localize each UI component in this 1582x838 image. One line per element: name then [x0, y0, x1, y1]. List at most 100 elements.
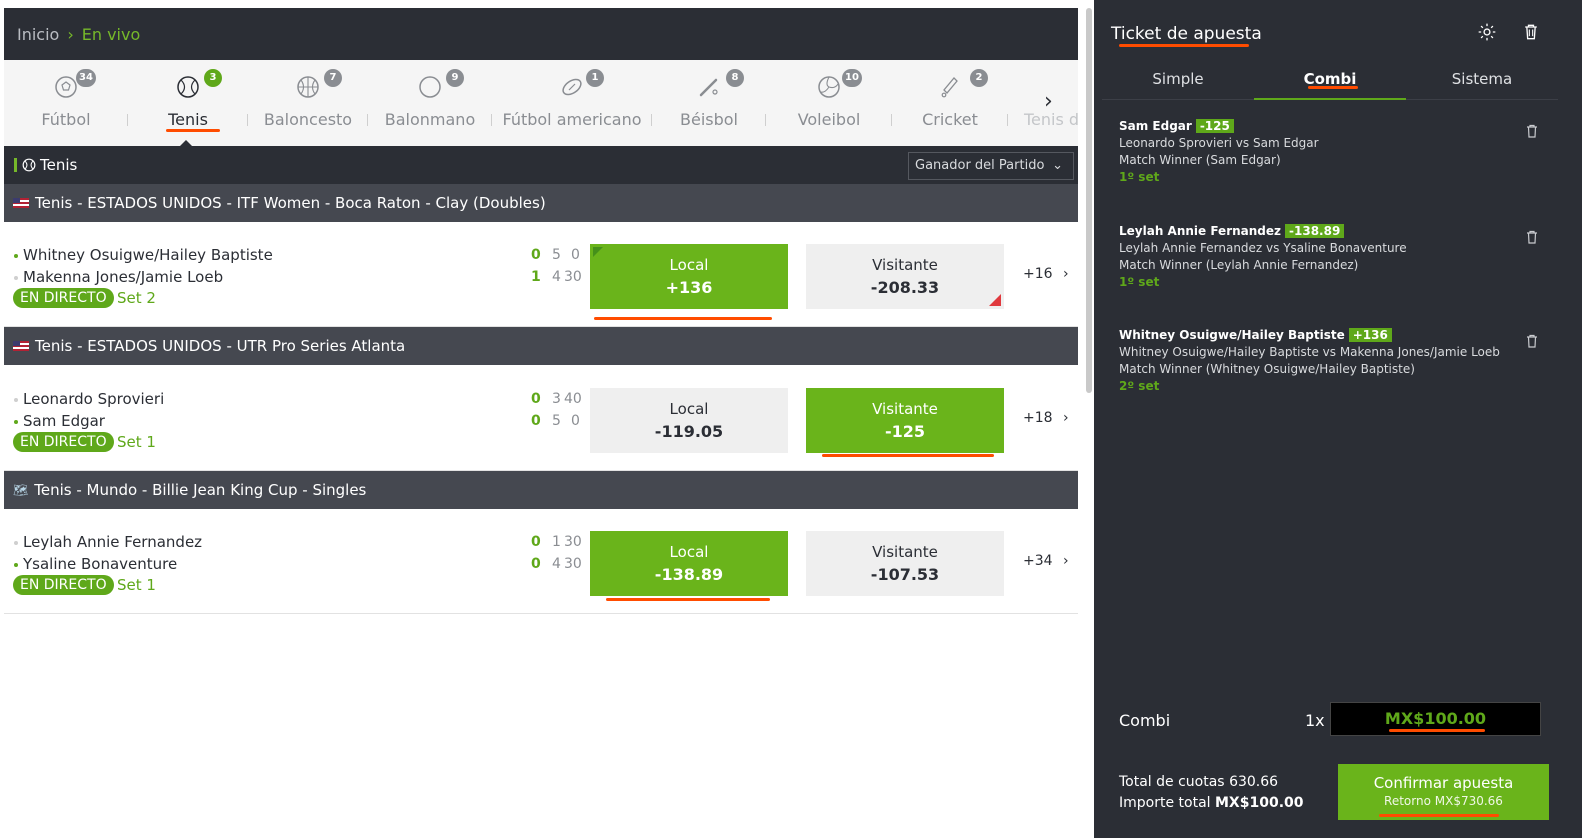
bet-odds-badge: -138.89: [1285, 224, 1345, 238]
more-markets-link[interactable]: +34 ›: [1023, 553, 1069, 569]
odd-button-visitor[interactable]: Visitante -125: [806, 388, 1004, 453]
combi-label: Combi: [1119, 711, 1171, 730]
soccer-ball-icon: [55, 76, 77, 98]
away-team[interactable]: Sam Edgar: [14, 412, 105, 430]
confirm-bet-button[interactable]: Confirmar apuesta Retorno MX$730.66: [1338, 764, 1549, 820]
sport-tab-tenis[interactable]: 3 Tenis: [128, 60, 248, 146]
sport-tab-voleibol[interactable]: 10 Voleibol: [766, 60, 892, 146]
bet-type-tabs: Simple Combi Sistema: [1102, 60, 1558, 100]
bet-event: Leonardo Sprovieri vs Sam Edgar: [1119, 136, 1319, 150]
sport-tab-tenis-de-mesa[interactable]: Tenis d: [1008, 60, 1078, 146]
odd-button-visitor[interactable]: Visitante -208.33: [806, 244, 1004, 309]
league-header[interactable]: Tenis - ESTADOS UNIDOS - UTR Pro Series …: [4, 327, 1078, 365]
sport-tab-balonmano[interactable]: 9 Balonmano: [368, 60, 492, 146]
bet-event: Whitney Osuigwe/Hailey Baptiste vs Maken…: [1119, 345, 1500, 359]
total-amount-value: MX$100.00: [1215, 795, 1304, 811]
sport-count-badge: 3: [204, 69, 222, 87]
gear-icon[interactable]: [1477, 22, 1497, 42]
sport-label: Béisbol: [680, 110, 738, 129]
confirm-label: Confirmar apuesta: [1373, 774, 1514, 792]
odd-label: Local: [669, 543, 709, 561]
trash-icon[interactable]: [1526, 230, 1538, 244]
odd-button-visitor[interactable]: Visitante -107.53: [806, 531, 1004, 596]
sport-tab-beisbol[interactable]: 8 Béisbol: [652, 60, 766, 146]
accent-bar: [14, 158, 17, 172]
match-row: Leonardo Sprovieri Sam Edgar EN DIRECTO …: [4, 366, 1078, 471]
chevron-right-icon: ›: [1063, 553, 1069, 569]
more-markets-link[interactable]: +16 ›: [1023, 266, 1069, 282]
live-badge: EN DIRECTO: [13, 288, 114, 308]
bet-odds-badge: +136: [1348, 328, 1392, 342]
bet-slip-panel: Ticket de apuesta Simple Combi Sistema S…: [1094, 0, 1582, 838]
trash-icon[interactable]: [1521, 22, 1541, 42]
tab-sistema[interactable]: Sistema: [1406, 60, 1558, 100]
bet-selection: Leylah Annie Fernandez: [1119, 224, 1282, 238]
breadcrumb-home[interactable]: Inicio: [17, 25, 59, 44]
sport-tab-baloncesto[interactable]: 7 Baloncesto: [248, 60, 368, 146]
sport-label: Fútbol americano: [502, 110, 642, 129]
league-header[interactable]: 🗺 Tenis - Mundo - Billie Jean King Cup -…: [4, 471, 1078, 509]
score-sets: 0: [531, 556, 541, 572]
return-label: Retorno MX$730.66: [1384, 794, 1503, 808]
bet-selection: Sam Edgar: [1119, 119, 1192, 133]
tennis-ball-icon: [22, 158, 36, 172]
home-team-name: Leonardo Sprovieri: [23, 390, 165, 408]
sport-count-badge: 8: [726, 69, 744, 87]
score-points: 30: [564, 556, 582, 572]
sport-label: Baloncesto: [263, 110, 353, 129]
bet-market: Match Winner (Sam Edgar): [1119, 153, 1281, 167]
odd-value: -107.53: [870, 565, 940, 584]
bet-slip-content: Ticket de apuesta Simple Combi Sistema S…: [1102, 0, 1558, 838]
odd-label: Visitante: [872, 400, 938, 418]
tab-simple[interactable]: Simple: [1102, 60, 1254, 100]
score-games: 3: [552, 391, 561, 407]
total-odds-label: Total de cuotas: [1119, 774, 1225, 790]
odd-label: Local: [669, 256, 709, 274]
app-root: Inicio › En vivo 34 Fútbol 3 Tenis 7 Bal…: [0, 0, 1582, 838]
live-badge: EN DIRECTO: [13, 575, 114, 595]
serve-indicator: [14, 397, 18, 402]
annotation-underline: [822, 454, 994, 457]
chevron-right-icon[interactable]: ›: [1044, 90, 1064, 114]
league-header[interactable]: Tenis - ESTADOS UNIDOS - ITF Women - Boc…: [4, 184, 1078, 222]
trash-icon[interactable]: [1526, 124, 1538, 138]
odd-value: -138.89: [654, 565, 724, 584]
home-team[interactable]: Whitney Osuigwe/Hailey Baptiste: [14, 246, 273, 264]
odd-button-local[interactable]: Local -119.05: [590, 388, 788, 453]
away-team[interactable]: Ysaline Bonaventure: [14, 555, 177, 573]
home-team[interactable]: Leonardo Sprovieri: [14, 390, 164, 408]
breadcrumb-chevron-icon: ›: [67, 24, 74, 44]
serve-indicator: [14, 253, 18, 258]
tennis-ball-icon: [177, 76, 199, 98]
sport-tab-futbol[interactable]: 34 Fútbol: [4, 60, 128, 146]
section-header: Tenis Ganador del Partido ⌄: [4, 146, 1078, 184]
annotation-underline: [1119, 44, 1249, 47]
away-team[interactable]: Makenna Jones/Jamie Loeb: [14, 268, 223, 286]
odds-down-indicator: [989, 294, 1001, 306]
score-points: 0: [571, 413, 580, 429]
sport-count-badge: 1: [586, 69, 604, 87]
away-team-name: Makenna Jones/Jamie Loeb: [23, 268, 224, 286]
home-team[interactable]: Leylah Annie Fernandez: [14, 533, 202, 551]
us-flag-icon: [13, 341, 29, 351]
score-sets: 0: [531, 534, 541, 550]
annotation-underline: [1379, 814, 1499, 817]
market-select[interactable]: Ganador del Partido ⌄: [908, 152, 1074, 180]
odd-value: +136: [665, 278, 713, 297]
bet-period: 1º set: [1119, 170, 1160, 184]
tab-combi[interactable]: Combi: [1254, 60, 1406, 100]
odd-button-local[interactable]: Local +136: [590, 244, 788, 309]
sport-tab-cricket[interactable]: 2 Cricket: [892, 60, 1008, 146]
set-label: Set 1: [117, 576, 156, 594]
odds-up-indicator: [593, 247, 603, 257]
trash-icon[interactable]: [1526, 334, 1538, 348]
set-label: Set 2: [117, 289, 156, 307]
odd-button-local[interactable]: Local -138.89: [590, 531, 788, 596]
sport-tab-futbol-americano[interactable]: 1 Fútbol americano: [492, 60, 652, 146]
section-title: Tenis: [40, 156, 78, 174]
serve-indicator: [14, 562, 18, 567]
chevron-right-icon: ›: [1063, 266, 1069, 282]
more-markets-link[interactable]: +18 ›: [1023, 410, 1069, 426]
scrollbar[interactable]: [1086, 8, 1092, 393]
bet-period: 2º set: [1119, 379, 1160, 393]
